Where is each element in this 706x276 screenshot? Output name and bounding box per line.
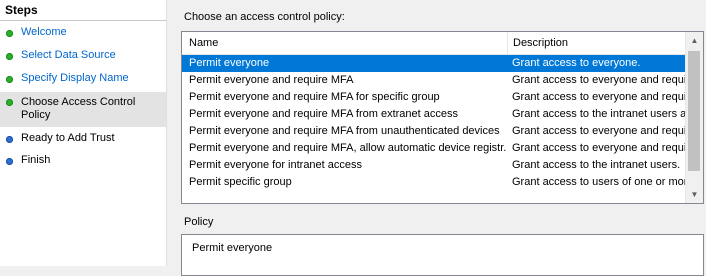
step-finish: Finish [0, 154, 166, 168]
row-name: Permit everyone for intranet access [189, 159, 363, 171]
row-name: Permit everyone and require MFA, allow a… [189, 142, 507, 154]
row-description: Grant access to users of one or more [512, 176, 686, 188]
step-label: Ready to Add Trust [21, 132, 115, 144]
table-row[interactable]: Permit everyone and require MFA, allow a… [182, 140, 686, 157]
table-row[interactable]: Permit everyone and require MFA for spec… [182, 89, 686, 106]
step-ready-to-add-trust: Ready to Add Trust [0, 132, 166, 146]
steps-divider [0, 20, 166, 21]
step-label[interactable]: Specify Display Name [21, 72, 129, 85]
row-name: Permit everyone and require MFA from una… [189, 125, 500, 137]
scrollbar-thumb[interactable] [688, 51, 700, 171]
policy-list-label: Choose an access control policy: [184, 11, 345, 23]
policy-value: Permit everyone [192, 242, 273, 254]
row-description: Grant access to everyone and requir [512, 142, 686, 154]
table-row[interactable]: Permit everyone and require MFA from una… [182, 123, 686, 140]
step-label[interactable]: Select Data Source [21, 49, 116, 62]
step-label[interactable]: Welcome [21, 26, 67, 39]
row-description: Grant access to the intranet users. [512, 159, 681, 171]
policy-textbox[interactable]: Permit everyone [181, 234, 704, 276]
scroll-up-arrow-icon[interactable]: ▲ [686, 32, 703, 49]
step-complete-icon [6, 30, 13, 37]
column-header-name[interactable]: Name [189, 37, 218, 49]
row-name: Permit specific group [189, 176, 292, 188]
step-complete-icon [6, 53, 13, 60]
panel-divider [166, 0, 167, 266]
row-name: Permit everyone [189, 57, 270, 69]
table-row[interactable]: Permit everyone for intranet access Gran… [182, 157, 686, 174]
policy-listview[interactable]: Name Description Permit everyone Grant a… [181, 31, 704, 204]
step-pending-icon [6, 158, 13, 165]
list-header: Name Description [182, 32, 686, 55]
table-row[interactable]: Permit everyone and require MFA from ext… [182, 106, 686, 123]
row-description: Grant access to everyone and requir [512, 125, 686, 137]
step-complete-icon [6, 76, 13, 83]
row-description: Grant access to everyone. [512, 57, 641, 69]
step-choose-access-control-policy: Choose Access Control Policy [0, 92, 166, 127]
steps-title: Steps [5, 3, 38, 17]
row-name: Permit everyone and require MFA from ext… [189, 108, 459, 120]
list-rows: Permit everyone Grant access to everyone… [182, 55, 686, 203]
table-row[interactable]: Permit specific group Grant access to us… [182, 174, 686, 191]
table-row[interactable]: Permit everyone Grant access to everyone… [182, 55, 686, 72]
step-current-icon [6, 99, 13, 106]
scroll-down-arrow-icon[interactable]: ▼ [686, 186, 703, 203]
step-welcome[interactable]: Welcome [0, 26, 166, 40]
step-label-current: Choose Access Control Policy [21, 96, 136, 121]
row-description: Grant access to everyone and requir [512, 91, 686, 103]
vertical-scrollbar[interactable]: ▲ ▼ [685, 32, 703, 203]
step-specify-display-name[interactable]: Specify Display Name [0, 72, 166, 86]
steps-panel: Steps Welcome Select Data Source Specify… [0, 0, 166, 266]
row-description: Grant access to everyone and requir [512, 74, 686, 86]
row-description: Grant access to the intranet users an [512, 108, 686, 120]
policy-label: Policy [184, 216, 214, 228]
step-label: Finish [21, 154, 51, 166]
table-row[interactable]: Permit everyone and require MFA Grant ac… [182, 72, 686, 89]
row-name: Permit everyone and require MFA for spec… [189, 91, 440, 103]
column-header-description[interactable]: Description [513, 37, 568, 49]
column-separator[interactable] [507, 32, 508, 54]
row-name: Permit everyone and require MFA [189, 74, 354, 86]
step-select-data-source[interactable]: Select Data Source [0, 49, 166, 63]
step-pending-icon [6, 136, 13, 143]
